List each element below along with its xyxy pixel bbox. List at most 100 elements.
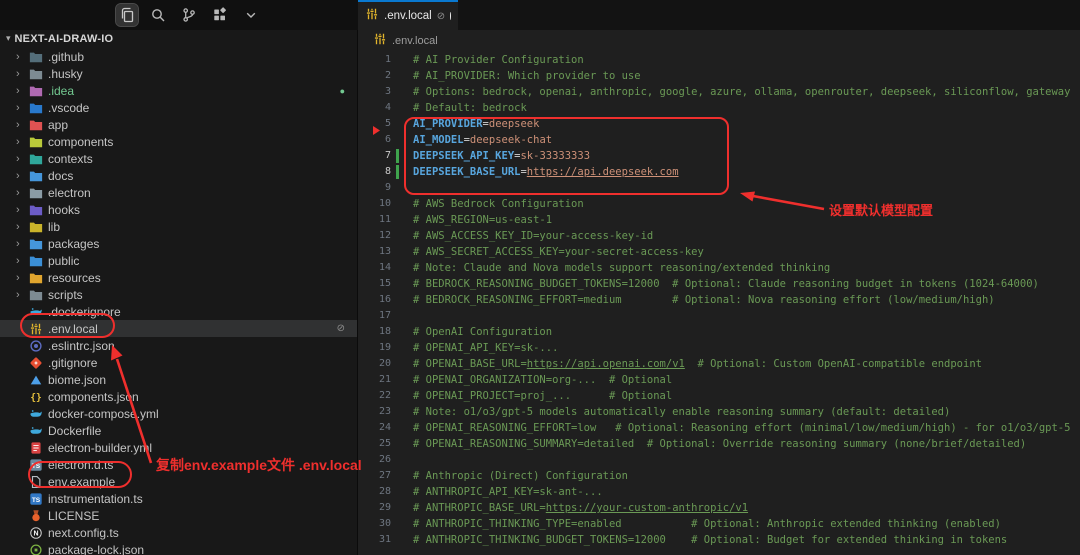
file-label: .eslintrc.json: [48, 338, 115, 353]
chevron-right-icon: ›: [16, 169, 20, 182]
sidebar-folder-hooks[interactable]: › hooks: [0, 201, 357, 218]
file-label: .env.local: [48, 321, 98, 336]
editor-line-26[interactable]: 26: [358, 452, 1080, 468]
line-number: 23: [378, 406, 391, 417]
tab-gitignored-icon: ⊘: [436, 10, 446, 22]
tab-env-local[interactable]: .env.local ⊘: [358, 0, 458, 30]
editor-line-5[interactable]: 5 AI_PROVIDER=deepseek: [358, 116, 1080, 132]
sidebar-folder--vscode[interactable]: › .vscode: [0, 99, 357, 116]
file-label: LICENSE: [48, 508, 100, 523]
folder-icon: [28, 219, 43, 234]
editor-line-23[interactable]: 23 # Note: o1/o3/gpt-5 models automatical…: [358, 404, 1080, 420]
editor-line-12[interactable]: 12 # AWS_ACCESS_KEY_ID=your-access-key-id: [358, 228, 1080, 244]
vscode-window: .env.local ⊘ .env.local ▾ NEXT-AI-DRAW-I…: [0, 0, 1080, 555]
sidebar-file-license[interactable]: LICENSE: [0, 507, 357, 524]
editor-line-6[interactable]: 6 AI_MODEL=deepseek-chat: [358, 132, 1080, 148]
editor-line-29[interactable]: 29 # ANTHROPIC_BASE_URL=https://your-cust…: [358, 500, 1080, 516]
sidebar-file-dockerfile[interactable]: Dockerfile: [0, 422, 357, 439]
line-code: # Note: o1/o3/gpt-5 models automatically…: [413, 406, 951, 418]
extensions-icon[interactable]: [209, 4, 231, 26]
sidebar-file--eslintrc-json[interactable]: .eslintrc.json: [0, 337, 357, 354]
line-code: AI_MODEL=deepseek-chat: [413, 134, 553, 146]
sidebar-folder-packages[interactable]: › packages: [0, 235, 357, 252]
sidebar-folder--husky[interactable]: › .husky: [0, 65, 357, 82]
source-control-icon[interactable]: [178, 4, 200, 26]
sidebar-folder--idea[interactable]: › .idea ●: [0, 82, 357, 99]
editor-line-3[interactable]: 3 # Options: bedrock, openai, anthropic, …: [358, 84, 1080, 100]
sidebar-folder-electron[interactable]: › electron: [0, 184, 357, 201]
sidebar-folder-app[interactable]: › app: [0, 116, 357, 133]
editor-line-30[interactable]: 30 # ANTHROPIC_THINKING_TYPE=enabled # Op…: [358, 516, 1080, 532]
sidebar-file--dockerignore[interactable]: .dockerignore: [0, 303, 357, 320]
editor-line-14[interactable]: 14 # Note: Claude and Nova models support…: [358, 260, 1080, 276]
editor-line-22[interactable]: 22 # OPENAI_PROJECT=proj_... # Optional: [358, 388, 1080, 404]
editor-line-13[interactable]: 13 # AWS_SECRET_ACCESS_KEY=your-secret-ac…: [358, 244, 1080, 260]
sidebar-folder-resources[interactable]: › resources: [0, 269, 357, 286]
sidebar-folder-lib[interactable]: › lib: [0, 218, 357, 235]
editor-line-4[interactable]: 4 # Default: bedrock: [358, 100, 1080, 116]
line-code: # AWS_ACCESS_KEY_ID=your-access-key-id: [413, 230, 654, 242]
editor-line-15[interactable]: 15 # BEDROCK_REASONING_BUDGET_TOKENS=1200…: [358, 276, 1080, 292]
file-label: .husky: [48, 66, 83, 81]
file-label: next.config.ts: [48, 525, 119, 540]
editor-line-8[interactable]: 8 DEEPSEEK_BASE_URL=https://api.deepseek.…: [358, 164, 1080, 180]
line-number: 15: [378, 278, 391, 289]
tri-icon: [28, 372, 43, 387]
line-number: 19: [378, 342, 391, 353]
editor-line-28[interactable]: 28 # ANTHROPIC_API_KEY=sk-ant-...: [358, 484, 1080, 500]
line-number: 1: [384, 54, 391, 65]
search-icon[interactable]: [147, 4, 169, 26]
breadcrumb[interactable]: .env.local: [358, 30, 1080, 52]
editor-line-7[interactable]: 7 DEEPSEEK_API_KEY=sk-33333333: [358, 148, 1080, 164]
line-number: 22: [378, 390, 391, 401]
file-label: .gitignore: [48, 355, 98, 370]
editor-line-2[interactable]: 2 # AI_PROVIDER: Which provider to use: [358, 68, 1080, 84]
line-number: 20: [378, 358, 391, 369]
sidebar-file--env-local[interactable]: .env.local ⊘: [0, 320, 357, 337]
sidebar-folder--github[interactable]: › .github: [0, 48, 357, 65]
line-code: # ANTHROPIC_API_KEY=sk-ant-...: [413, 486, 603, 498]
sidebar-folder-scripts[interactable]: › scripts: [0, 286, 357, 303]
sidebar-file--gitignore[interactable]: .gitignore: [0, 354, 357, 371]
sidebar-file-docker-compose-yml[interactable]: docker-compose.yml: [0, 405, 357, 422]
editor-line-10[interactable]: 10 # AWS Bedrock Configuration: [358, 196, 1080, 212]
sidebar-file-electron-d-ts[interactable]: TS electron.d.ts: [0, 456, 357, 473]
svg-text:TS: TS: [31, 496, 40, 503]
explorer-root-folder[interactable]: ▾ NEXT-AI-DRAW-IO: [0, 30, 357, 48]
folder-icon: [28, 134, 43, 149]
editor-line-20[interactable]: 20 # OPENAI_BASE_URL=https://api.openai.c…: [358, 356, 1080, 372]
editor-line-17[interactable]: 17: [358, 308, 1080, 324]
sidebar-file-electron-builder-yml[interactable]: electron-builder.yml: [0, 439, 357, 456]
editor-line-21[interactable]: 21 # OPENAI_ORGANIZATION=org-... # Option…: [358, 372, 1080, 388]
chevron-down-icon[interactable]: [240, 4, 262, 26]
sidebar-file-components-json[interactable]: {} components.json: [0, 388, 357, 405]
file-label: components.json: [48, 389, 139, 404]
files-icon[interactable]: [115, 3, 139, 27]
editor-line-31[interactable]: 31 # ANTHROPIC_THINKING_BUDGET_TOKENS=120…: [358, 532, 1080, 548]
sidebar-file-env-example[interactable]: env.example: [0, 473, 357, 490]
line-number: 17: [378, 310, 391, 321]
editor-line-19[interactable]: 19 # OPENAI_API_KEY=sk-...: [358, 340, 1080, 356]
editor-line-25[interactable]: 25 # OPENAI_REASONING_SUMMARY=detailed # …: [358, 436, 1080, 452]
sidebar-folder-components[interactable]: › components: [0, 133, 357, 150]
sidebar-folder-docs[interactable]: › docs: [0, 167, 357, 184]
sidebar-file-biome-json[interactable]: biome.json: [0, 371, 357, 388]
sidebar-folder-public[interactable]: › public: [0, 252, 357, 269]
chevron-down-icon: ▾: [6, 32, 11, 43]
editor-line-18[interactable]: 18 # OpenAI Configuration: [358, 324, 1080, 340]
editor-line-24[interactable]: 24 # OPENAI_REASONING_EFFORT=low # Option…: [358, 420, 1080, 436]
line-code: # AI_PROVIDER: Which provider to use: [413, 70, 641, 82]
whale-icon: [28, 304, 43, 319]
tab-modified-dot-icon[interactable]: [450, 12, 451, 20]
sidebar-file-instrumentation-ts[interactable]: TS instrumentation.ts: [0, 490, 357, 507]
editor-line-9[interactable]: 9: [358, 180, 1080, 196]
editor-line-11[interactable]: 11 # AWS_REGION=us-east-1: [358, 212, 1080, 228]
chevron-right-icon: ›: [16, 203, 20, 216]
editor-line-27[interactable]: 27 # Anthropic (Direct) Configuration: [358, 468, 1080, 484]
editor-line-16[interactable]: 16 # BEDROCK_REASONING_EFFORT=medium # Op…: [358, 292, 1080, 308]
code-editor[interactable]: 1 # AI Provider Configuration 2 # AI_PROVID…: [358, 52, 1080, 555]
editor-line-1[interactable]: 1 # AI Provider Configuration: [358, 52, 1080, 68]
sidebar-file-next-config-ts[interactable]: Nnext.config.ts: [0, 524, 357, 541]
sidebar-folder-contexts[interactable]: › contexts: [0, 150, 357, 167]
sidebar-file-package-lock-json[interactable]: package-lock.json: [0, 541, 357, 555]
